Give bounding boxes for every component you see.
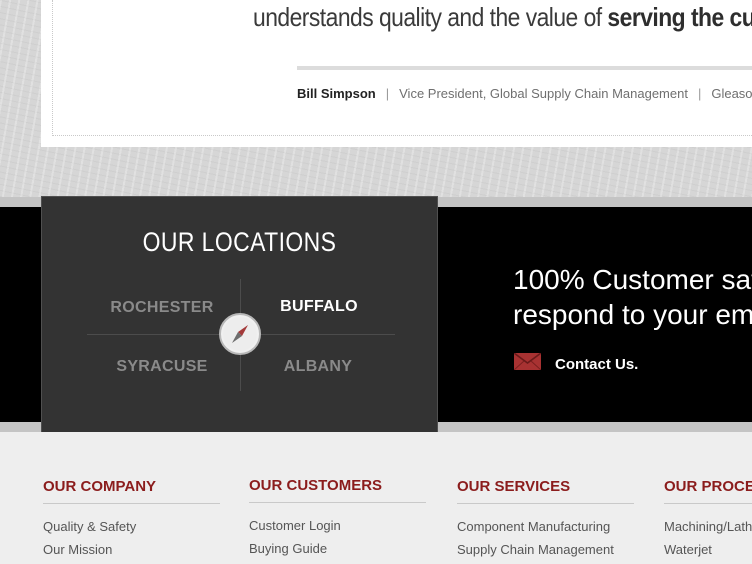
author-title: Vice President, Global Supply Chain Mana… <box>399 86 688 101</box>
footer-column-process: OUR PROCES Machining/Lath Waterjet <box>664 478 752 561</box>
locations-panel: OUR LOCATIONS ROCHESTER BUFFALO SYRACUSE… <box>41 196 438 433</box>
footer-heading: OUR COMPANY <box>43 478 220 504</box>
footer-link-our-mission[interactable]: Our Mission <box>43 538 220 561</box>
contact-heading: 100% Customer sat respond to your em <box>513 262 752 332</box>
footer: OUR COMPANY Quality & Safety Our Mission… <box>0 432 752 564</box>
author-company: Gleason Co <box>711 86 752 101</box>
footer-link-component-manufacturing[interactable]: Component Manufacturing <box>457 515 634 538</box>
footer-column-services: OUR SERVICES Component Manufacturing Sup… <box>457 478 634 561</box>
envelope-icon <box>513 352 542 375</box>
footer-link-machining-lathe[interactable]: Machining/Lath <box>664 515 752 538</box>
footer-link-customer-login[interactable]: Customer Login <box>249 514 426 537</box>
testimonial-quote: understands quality and the value of ser… <box>253 2 752 33</box>
locations-title: OUR LOCATIONS <box>142 227 337 257</box>
location-rochester[interactable]: ROCHESTER <box>87 299 237 317</box>
footer-column-company: OUR COMPANY Quality & Safety Our Mission <box>43 478 220 561</box>
testimonial-section: understands quality and the value of ser… <box>0 0 752 197</box>
footer-link-buying-guide[interactable]: Buying Guide <box>249 537 426 560</box>
contact-heading-line-1: 100% Customer sat <box>513 264 752 295</box>
footer-link-supply-chain-management[interactable]: Supply Chain Management <box>457 538 634 561</box>
footer-column-customers: OUR CUSTOMERS Customer Login Buying Guid… <box>249 477 426 560</box>
contact-heading-line-2: respond to your em <box>513 299 752 330</box>
compass-icon <box>219 313 261 355</box>
quote-divider <box>297 66 752 70</box>
quote-emphasis: serving the cu <box>607 2 752 32</box>
location-syracuse[interactable]: SYRACUSE <box>87 358 237 376</box>
footer-heading: OUR PROCES <box>664 478 752 504</box>
attribution-separator: | <box>697 86 702 101</box>
quote-text: understands quality and the value of <box>253 2 608 32</box>
attribution-separator: | <box>385 86 390 101</box>
footer-link-quality-safety[interactable]: Quality & Safety <box>43 515 220 538</box>
footer-heading: OUR CUSTOMERS <box>249 477 426 503</box>
footer-heading: OUR SERVICES <box>457 478 634 504</box>
location-buffalo[interactable]: BUFFALO <box>244 298 394 316</box>
contact-us-link[interactable]: Contact Us. <box>513 352 639 375</box>
contact-us-label: Contact Us. <box>555 355 639 373</box>
testimonial-attribution: Bill Simpson | Vice President, Global Supp… <box>297 86 752 101</box>
testimonial-card: understands quality and the value of ser… <box>41 0 752 147</box>
footer-link-waterjet[interactable]: Waterjet <box>664 538 752 561</box>
author-name: Bill Simpson <box>297 86 376 101</box>
location-albany[interactable]: ALBANY <box>243 358 393 376</box>
